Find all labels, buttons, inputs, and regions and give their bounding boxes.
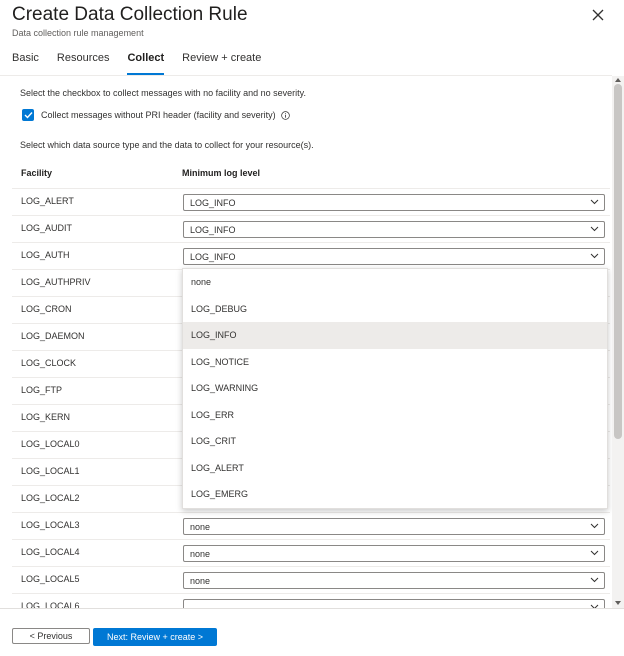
facility-name: LOG_CRON — [21, 304, 72, 314]
facility-name: LOG_KERN — [21, 412, 71, 422]
dropdown-option[interactable]: LOG_DEBUG — [183, 296, 607, 323]
dropdown-option[interactable]: LOG_ERR — [183, 402, 607, 429]
info-icon[interactable] — [280, 110, 290, 120]
facility-name: LOG_LOCAL0 — [21, 439, 80, 449]
log-level-select[interactable] — [183, 599, 605, 608]
scrollbar-thumb[interactable] — [614, 84, 622, 439]
footer: < Previous Next: Review + create > — [0, 608, 624, 656]
facility-name: LOG_AUTH — [21, 250, 70, 260]
previous-button[interactable]: < Previous — [12, 628, 90, 644]
data-source-text: Select which data source type and the da… — [20, 140, 314, 150]
dropdown-option[interactable]: LOG_INFO — [183, 322, 607, 349]
log-level-select[interactable]: LOG_INFO — [183, 221, 605, 238]
tab-bar: Basic Resources Collect Review + create — [12, 52, 279, 75]
facility-name: LOG_LOCAL4 — [21, 547, 80, 557]
intro-text: Select the checkbox to collect messages … — [20, 88, 306, 98]
log-level-value: LOG_INFO — [190, 198, 236, 208]
scroll-down-arrow-icon[interactable] — [615, 601, 621, 605]
chevron-down-icon — [590, 550, 599, 556]
log-level-select[interactable]: none — [183, 572, 605, 589]
facility-name: LOG_AUDIT — [21, 223, 73, 233]
log-level-dropdown-list: none LOG_DEBUG LOG_INFO LOG_NOTICE LOG_WARNI… — [182, 268, 608, 509]
chevron-down-icon — [590, 253, 599, 259]
dropdown-option[interactable]: none — [183, 269, 607, 296]
facility-name: LOG_ALERT — [21, 196, 74, 206]
facility-name: LOG_LOCAL2 — [21, 493, 80, 503]
log-level-select[interactable]: LOG_INFO — [183, 248, 605, 265]
pri-header-checkbox-label[interactable]: Collect messages without PRI header (fac… — [41, 110, 276, 120]
pri-header-checkbox-row: Collect messages without PRI header (fac… — [22, 109, 290, 121]
tab-resources[interactable]: Resources — [57, 52, 110, 72]
log-level-select[interactable]: none — [183, 518, 605, 535]
chevron-down-icon — [590, 523, 599, 529]
dropdown-option[interactable]: LOG_ALERT — [183, 455, 607, 482]
facility-name: LOG_AUTHPRIV — [21, 277, 91, 287]
chevron-down-icon — [590, 199, 599, 205]
checkmark-icon — [24, 112, 33, 119]
log-level-value: none — [190, 522, 211, 532]
collect-panel: Select the checkbox to collect messages … — [0, 76, 612, 608]
facility-name: LOG_DAEMON — [21, 331, 85, 341]
log-level-value: none — [190, 576, 211, 586]
page-subtitle: Data collection rule management — [12, 28, 144, 38]
facility-name: LOG_LOCAL3 — [21, 520, 80, 530]
scroll-up-arrow-icon[interactable] — [615, 78, 621, 82]
chevron-down-icon — [590, 226, 599, 232]
facility-name: LOG_LOCAL5 — [21, 574, 80, 584]
chevron-down-icon — [590, 577, 599, 583]
column-header-min-log-level: Minimum log level — [182, 168, 261, 178]
log-level-value: none — [190, 549, 211, 559]
log-level-select[interactable]: LOG_INFO — [183, 194, 605, 211]
facility-name: LOG_LOCAL6 — [21, 601, 80, 608]
dropdown-option[interactable]: LOG_WARNING — [183, 375, 607, 402]
tab-collect[interactable]: Collect — [127, 52, 164, 75]
log-level-select[interactable]: none — [183, 545, 605, 562]
next-review-create-button[interactable]: Next: Review + create > — [93, 628, 217, 646]
close-icon[interactable] — [591, 8, 605, 22]
log-level-value: LOG_INFO — [190, 225, 236, 235]
tab-basic[interactable]: Basic — [12, 52, 39, 72]
dropdown-option[interactable]: LOG_EMERG — [183, 481, 607, 508]
facility-name: LOG_LOCAL1 — [21, 466, 80, 476]
dropdown-option[interactable]: LOG_CRIT — [183, 428, 607, 455]
tab-review-create[interactable]: Review + create — [182, 52, 261, 72]
content-scrollbar[interactable] — [612, 76, 624, 608]
pri-header-checkbox[interactable] — [22, 109, 34, 121]
facility-name: LOG_CLOCK — [21, 358, 77, 368]
facility-name: LOG_FTP — [21, 385, 63, 395]
page-title: Create Data Collection Rule — [12, 4, 248, 25]
column-header-facility: Facility — [21, 168, 53, 178]
log-level-value: LOG_INFO — [190, 252, 236, 262]
dropdown-option[interactable]: LOG_NOTICE — [183, 349, 607, 376]
